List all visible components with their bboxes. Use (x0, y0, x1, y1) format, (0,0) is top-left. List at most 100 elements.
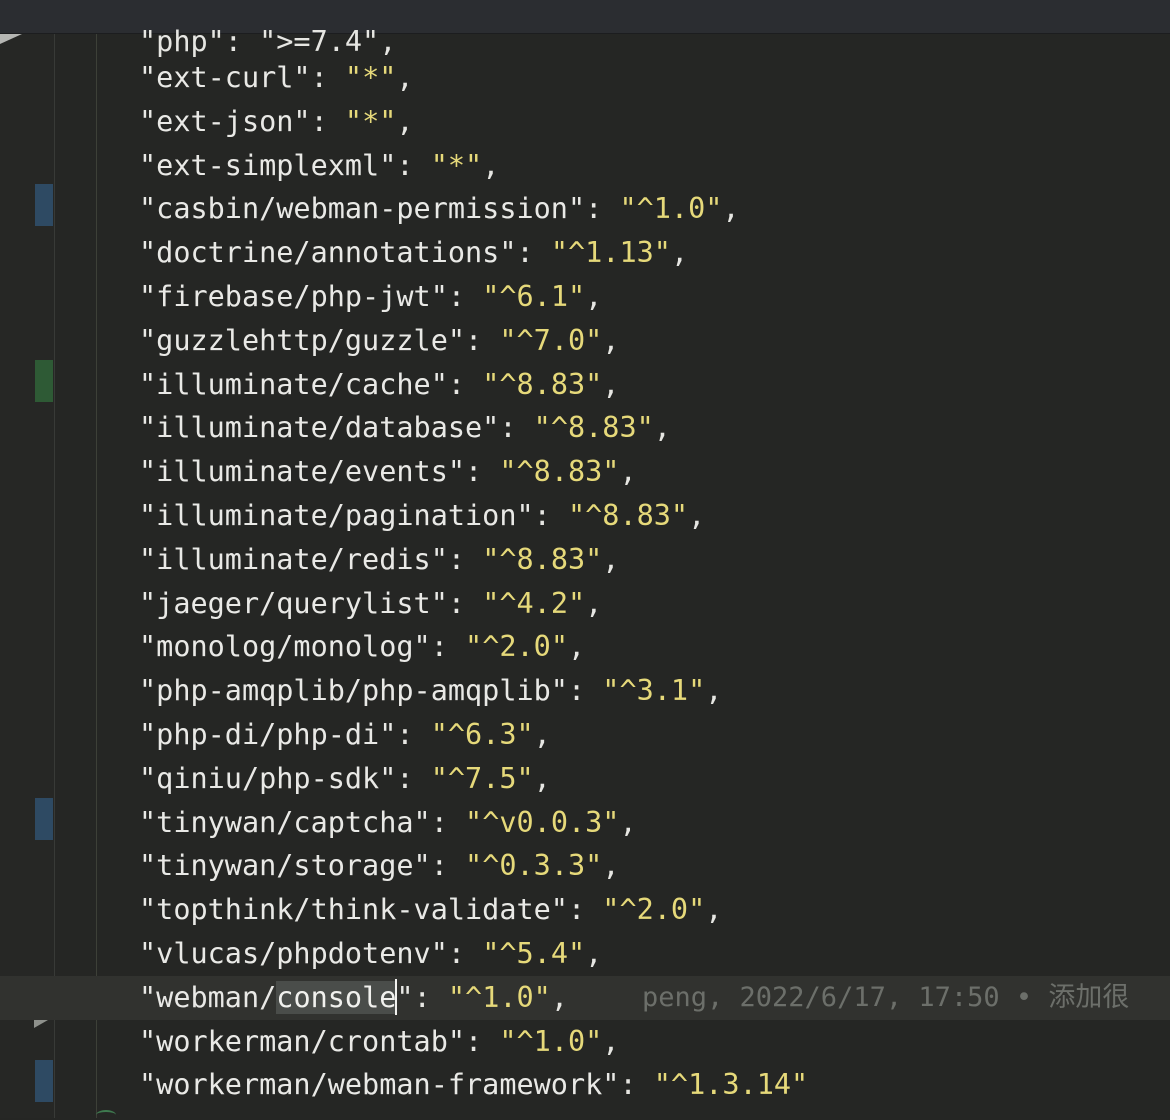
comma: , (670, 236, 689, 270)
json-value: "*" (344, 61, 397, 94)
json-value: "^1.3.14" (653, 1068, 809, 1102)
code-line[interactable]: "ext-json": "*", (0, 100, 1170, 144)
json-key-suffix: " (396, 980, 414, 1014)
code-line[interactable]: "illuminate/database": "^8.83", (0, 406, 1170, 450)
code-line[interactable]: "illuminate/redis": "^8.83", (0, 538, 1170, 582)
selected-text[interactable]: console (276, 980, 397, 1014)
code-text: "ext-simplexml": "*", (139, 144, 499, 188)
json-key: "illuminate/pagination" (139, 499, 534, 532)
code-line[interactable]: "ext-simplexml": "*", (0, 144, 1170, 188)
colon: : (567, 893, 603, 927)
comma: , (396, 61, 414, 94)
code-line[interactable]: "doctrine/annotations": "^1.13", (0, 231, 1170, 275)
code-text: "casbin/webman-permission": "^1.0", (139, 187, 740, 231)
comma: , (602, 367, 620, 401)
json-value: "^2.0" (602, 893, 706, 927)
json-key: "illuminate/cache" (139, 367, 448, 401)
code-text: "workerman/crontab": "^1.0", (139, 1020, 619, 1064)
json-key: "qiniu/php-sdk" (139, 761, 397, 795)
code-line[interactable]: "illuminate/events": "^8.83", (0, 450, 1170, 494)
code-line[interactable]: "qiniu/php-sdk": "^7.5", (0, 757, 1170, 801)
code-line[interactable]: "tinywan/captcha": "^v0.0.3", (0, 801, 1170, 845)
code-text: "illuminate/events": "^8.83", (139, 450, 637, 494)
json-value: "^8.83" (533, 411, 654, 445)
colon: : (567, 674, 603, 708)
json-key: "tinywan/storage" (139, 849, 431, 883)
comma: , (653, 411, 671, 445)
code-line[interactable]: "illuminate/cache": "^8.83", (0, 363, 1170, 407)
code-text: "topthink/think-validate": "^2.0", (139, 888, 722, 932)
comma: , (602, 542, 620, 576)
colon: : (430, 630, 466, 664)
colon: : (447, 542, 483, 576)
git-blame-annotation[interactable]: peng, 2022/6/17, 17:50 • 添加很 (642, 976, 1129, 1020)
code-line[interactable]: "topthink/think-validate": "^2.0", (0, 888, 1170, 932)
code-line[interactable]: "guzzlehttp/guzzle": "^7.0", (0, 319, 1170, 363)
code-line[interactable]: "vlucas/phpdotenv": "^5.4", (0, 932, 1170, 976)
code-text: "tinywan/captcha": "^v0.0.3", (139, 801, 637, 845)
code-text: "illuminate/cache": "^8.83", (139, 363, 619, 407)
json-value: "^0.3.3" (465, 849, 603, 883)
comma: , (705, 674, 723, 708)
code-text: "illuminate/pagination": "^8.83", (139, 494, 705, 538)
code-line[interactable]: "workerman/crontab": "^1.0", (0, 1020, 1170, 1064)
json-key: "firebase/php-jwt" (139, 280, 448, 313)
code-line[interactable]: "jaeger/querylist": "^4.2", (0, 582, 1170, 626)
json-value: "^6.1" (482, 280, 586, 313)
json-key: "illuminate/events" (139, 455, 466, 489)
json-value: "^8.83" (567, 499, 689, 532)
code-line[interactable]: "casbin/webman-permission": "^1.0", (0, 187, 1170, 231)
json-key: "webman/console" (139, 978, 414, 1015)
code-text: "firebase/php-jwt": "^6.1", (139, 275, 602, 319)
comma: , (602, 1024, 620, 1058)
json-value: "^7.0" (499, 323, 603, 357)
code-text: "guzzlehttp/guzzle": "^7.0", (139, 319, 619, 363)
json-key: "workerman/webman-framework" (139, 1068, 620, 1102)
colon: : (430, 849, 466, 883)
colon: : (533, 499, 568, 532)
colon: : (465, 455, 500, 489)
code-text: "webman/console": "^1.0", (139, 976, 568, 1020)
json-key: "ext-simplexml" (139, 148, 397, 182)
colon: : (430, 805, 466, 839)
colon: : (310, 104, 345, 138)
colon: : (447, 586, 483, 620)
code-line[interactable]: "workerman/webman-framework": "^1.3.14" (0, 1063, 1170, 1107)
json-key: "php-amqplib/php-amqplib" (139, 674, 568, 708)
json-value: "*" (430, 148, 483, 182)
code-line[interactable]: "illuminate/pagination": "^8.83", (0, 494, 1170, 538)
code-line[interactable]: "firebase/php-jwt": "^6.1", (0, 275, 1170, 319)
json-key: "vlucas/phpdotenv" (139, 937, 448, 970)
code-line[interactable]: "ext-curl": "*", (0, 56, 1170, 100)
comma: , (585, 937, 603, 970)
json-value: "^4.2" (482, 586, 586, 620)
json-key: "jaeger/querylist" (139, 586, 448, 620)
code-line[interactable]: "tinywan/storage": "^0.3.3", (0, 844, 1170, 888)
json-value: "*" (344, 104, 397, 138)
code-line[interactable]: "monolog/monolog": "^2.0", (0, 625, 1170, 669)
code-line-current[interactable]: "webman/console": "^1.0", peng, 2022/6/17… (0, 975, 1170, 1020)
json-key: "workerman/crontab" (139, 1024, 466, 1058)
json-key: "illuminate/database" (139, 411, 500, 445)
comma: , (722, 192, 740, 226)
json-value: "^8.83" (499, 455, 620, 489)
code-text: "ext-curl": "*", (139, 56, 414, 100)
json-value: "^7.5" (430, 761, 534, 795)
comma: , (602, 323, 620, 357)
json-key: "topthink/think-validate" (139, 893, 568, 927)
comma: , (550, 980, 569, 1014)
colon: : (619, 1068, 654, 1102)
json-key-prefix: "webman/ (139, 980, 277, 1014)
code-editor[interactable]: "php": ">=7.4", "ext-curl": "*", "ext-jso… (0, 0, 1170, 1118)
json-value: "^1.0" (499, 1024, 603, 1058)
comma: , (602, 849, 620, 883)
json-value: "^1.0" (447, 980, 551, 1014)
code-line[interactable]: "php-di/php-di": "^6.3", (0, 713, 1170, 757)
json-key: "tinywan/captcha" (139, 805, 431, 839)
comma: , (533, 718, 551, 751)
colon: : (396, 761, 431, 795)
json-value: "^1.13" (550, 236, 671, 270)
code-line[interactable]: "php-amqplib/php-amqplib": "^3.1", (0, 669, 1170, 713)
code-text: "workerman/webman-framework": "^1.3.14" (139, 1063, 808, 1107)
colon: : (413, 980, 448, 1014)
